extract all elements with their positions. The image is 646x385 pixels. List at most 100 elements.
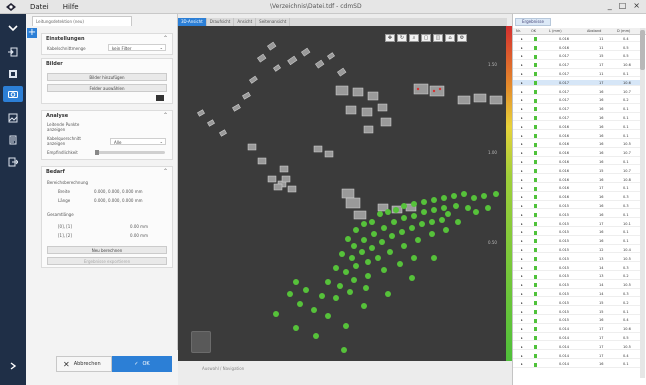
navigation-cube[interactable] [191,331,211,353]
row-expand-icon[interactable]: ▸ [521,345,523,349]
analysis-select[interactable]: Alle ⌄ [110,138,166,145]
table-row[interactable]: ▸ 0.015 16 0.1 [513,212,641,219]
row-expand-icon[interactable]: ▸ [521,142,523,146]
sensitivity-slider-handle[interactable] [95,150,99,155]
row-expand-icon[interactable]: ▸ [521,116,523,120]
table-row[interactable]: ▸ 0.016 16 0.1 [513,159,641,166]
tab-3d[interactable]: 3D-Ansicht [178,18,207,26]
table-row[interactable]: ▸ 0.016 16 0.1 [513,124,641,131]
table-row[interactable]: ▸ 0.017 16 0.1 [513,115,641,122]
col-diameter[interactable]: D (mm) [617,29,630,33]
row-expand-icon[interactable]: ▸ [521,151,523,155]
maximize-button[interactable]: □ [619,1,627,10]
row-expand-icon[interactable]: ▸ [521,222,523,226]
select-fields-button[interactable]: Felder auswählen [47,84,167,92]
row-expand-icon[interactable]: ▸ [521,266,523,270]
row-expand-icon[interactable]: ▸ [521,134,523,138]
row-expand-icon[interactable]: ▸ [521,327,523,331]
table-row[interactable]: ▸ 0.015 16 0.3 [513,203,641,210]
report-icon[interactable] [3,132,23,148]
table-row[interactable]: ▸ 0.016 16 10.7 [513,150,641,157]
row-expand-icon[interactable]: ▸ [521,160,523,164]
table-row[interactable]: ▸ 0.015 14 0.3 [513,291,641,298]
col-length[interactable]: L (mm) [549,29,562,33]
panel-tab[interactable]: Leitungsdetektion (neu) [32,16,132,26]
table-row[interactable]: ▸ 0.015 13 10.5 [513,256,641,263]
move-icon[interactable]: ✥ [385,34,395,42]
section-result-header[interactable]: Bedarf ⌃ [42,167,172,177]
row-expand-icon[interactable]: ▸ [521,310,523,314]
table-row[interactable]: ▸ 0.017 15 0.5 [513,54,641,60]
row-expand-icon[interactable]: ▸ [521,195,523,199]
table-row[interactable]: ▸ 0.014 17 0.5 [513,335,641,342]
table-row[interactable]: ▸ 0.016 16 10.8 [513,177,641,183]
table-row[interactable]: ▸ 0.017 16 0.2 [513,98,641,104]
row-expand-icon[interactable]: ▸ [521,63,523,67]
row-expand-icon[interactable]: ▸ [521,81,523,85]
table-row[interactable]: ▸ 0.015 16 0.4 [513,318,641,324]
row-expand-icon[interactable]: ▸ [521,204,523,208]
home-icon[interactable]: ⌂ [445,34,455,42]
table-row[interactable]: ▸ 0.016 16 10.5 [513,142,641,148]
row-expand-icon[interactable]: ▸ [521,90,523,94]
row-expand-icon[interactable]: ▸ [521,336,523,340]
row-expand-icon[interactable]: ▸ [521,248,523,252]
tab-view[interactable]: Ansicht [234,18,257,26]
results-tab[interactable]: Ergebnisse [515,18,551,26]
table-row[interactable]: ▸ 0.016 16 0.1 [513,133,641,139]
table-row[interactable]: ▸ 0.017 16 0.1 [513,106,641,113]
row-expand-icon[interactable]: ▸ [521,169,523,173]
table-row[interactable]: ▸ 0.015 17 10.1 [513,221,641,227]
row-expand-icon[interactable]: ▸ [521,46,523,50]
table-row[interactable]: ▸ 0.015 16 0.1 [513,230,641,236]
row-expand-icon[interactable]: ▸ [521,54,523,58]
table-row[interactable]: ▸ 0.017 17 10.6 [513,62,641,69]
table-row[interactable]: ▸ 0.017 17 10.6 [513,80,641,87]
table-row[interactable]: ▸ 0.015 12 10.4 [513,247,641,254]
row-expand-icon[interactable]: ▸ [521,354,523,358]
layers-icon[interactable] [3,66,23,82]
menu-hilfe[interactable]: Hilfe [63,3,79,11]
section-analysis-header[interactable]: Analyse ⌃ [42,111,172,121]
row-expand-icon[interactable]: ▸ [521,318,523,322]
table-row[interactable]: ▸ 0.015 14 0.3 [513,265,641,271]
zoom-icon[interactable]: ⌕ [409,34,419,42]
table-scrollbar[interactable] [640,28,645,378]
col-nr[interactable]: Nr. [516,29,521,33]
row-expand-icon[interactable]: ▸ [521,213,523,217]
table-row[interactable]: ▸ 0.016 17 0.1 [513,186,641,192]
row-expand-icon[interactable]: ▸ [521,292,523,296]
menu-datei[interactable]: Datei [30,3,49,11]
ok-button[interactable]: ✓ OK [112,356,172,372]
select-icon[interactable]: ◫ [433,34,443,42]
add-images-button[interactable]: Bilder hinzufügen [47,73,167,81]
table-row[interactable]: ▸ 0.015 14 10.5 [513,282,641,289]
row-expand-icon[interactable]: ▸ [521,257,523,261]
collapse-chevron-icon[interactable] [3,20,23,36]
table-row[interactable]: ▸ 0.014 17 10.5 [513,344,641,351]
export-icon[interactable] [3,154,23,170]
row-expand-icon[interactable]: ▸ [521,230,523,234]
row-expand-icon[interactable]: ▸ [521,37,523,41]
row-expand-icon[interactable]: ▸ [521,107,523,111]
section-images-header[interactable]: Bilder [42,59,172,69]
sensitivity-slider[interactable] [95,151,165,154]
close-button[interactable]: × [633,1,640,10]
import-icon[interactable] [3,44,23,60]
table-row[interactable]: ▸ 0.014 16 0.1 [513,362,641,368]
table-row[interactable]: ▸ 0.016 11 0.4 [513,36,641,43]
table-row[interactable]: ▸ 0.015 16 0.1 [513,238,641,245]
3d-viewport[interactable]: 1.50 1.00 0.50 [178,26,507,361]
camera-icon[interactable] [3,86,23,102]
row-expand-icon[interactable]: ▸ [521,178,523,182]
table-row[interactable]: ▸ 0.015 13 0.2 [513,274,641,280]
row-expand-icon[interactable]: ▸ [521,125,523,129]
filter-select[interactable]: kein Filter ⌄ [108,44,166,51]
folder-icon[interactable] [156,95,164,101]
table-row[interactable]: ▸ 0.016 11 0.5 [513,45,641,51]
row-expand-icon[interactable]: ▸ [521,186,523,190]
row-expand-icon[interactable]: ▸ [521,301,523,305]
settings-icon[interactable]: ⚙ [457,34,467,42]
cancel-button[interactable]: ✕ Abbrechen [56,356,112,372]
tab-side[interactable]: Seitenansicht [256,18,291,26]
